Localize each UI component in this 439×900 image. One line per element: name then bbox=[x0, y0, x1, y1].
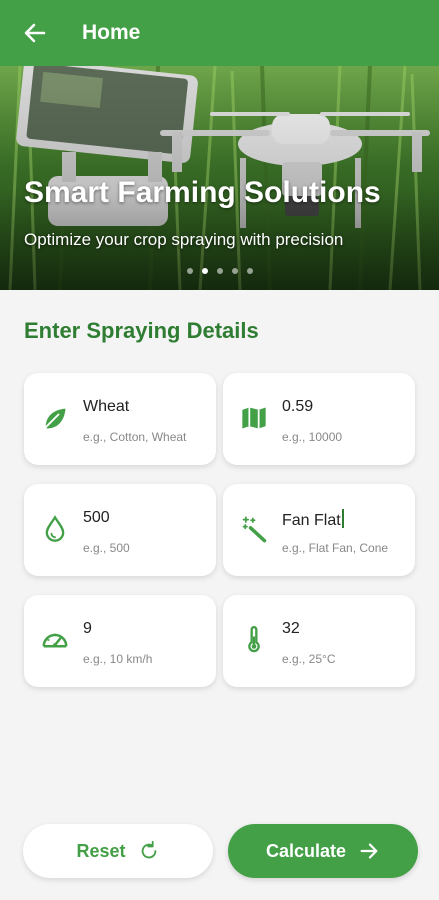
app-bar: Home bbox=[0, 0, 439, 66]
nozzle-type-field[interactable]: Fan Flat e.g., Flat Fan, Cone bbox=[223, 484, 415, 576]
nozzle-type-input[interactable]: Fan Flat bbox=[282, 509, 344, 530]
page-title: Home bbox=[82, 21, 141, 44]
crop-type-hint: e.g., Cotton, Wheat bbox=[83, 430, 187, 444]
back-button[interactable] bbox=[20, 18, 50, 48]
carousel-dot[interactable] bbox=[186, 268, 193, 274]
water-volume-hint: e.g., 500 bbox=[83, 541, 130, 555]
carousel-dot[interactable] bbox=[246, 268, 253, 274]
area-value[interactable]: 0.59 bbox=[282, 398, 313, 416]
speed-hint: e.g., 10 km/h bbox=[83, 652, 153, 666]
banner-subtitle: Optimize your crop spraying with precisi… bbox=[24, 230, 344, 249]
water-drop-icon bbox=[40, 514, 70, 544]
calculate-button[interactable]: Calculate bbox=[228, 824, 418, 878]
area-hint: e.g., 10000 bbox=[282, 430, 343, 444]
map-icon bbox=[239, 403, 269, 433]
nozzle-type-hint: e.g., Flat Fan, Cone bbox=[282, 541, 389, 555]
speed-field[interactable]: 9 e.g., 10 km/h bbox=[24, 595, 216, 687]
refresh-icon bbox=[141, 840, 156, 859]
speed-value[interactable]: 9 bbox=[83, 620, 92, 638]
carousel-indicator bbox=[0, 268, 439, 274]
text-cursor bbox=[341, 509, 344, 528]
reset-label: Reset bbox=[76, 840, 126, 861]
section-title: Enter Spraying Details bbox=[24, 318, 259, 343]
water-volume-value[interactable]: 500 bbox=[83, 509, 110, 527]
arrow-left-icon bbox=[24, 23, 46, 43]
nozzle-type-value: Fan Flat bbox=[282, 512, 341, 529]
crop-type-field[interactable]: Wheat e.g., Cotton, Wheat bbox=[24, 373, 216, 465]
water-volume-field[interactable]: 500 e.g., 500 bbox=[24, 484, 216, 576]
thermometer-icon bbox=[239, 625, 269, 655]
carousel-dot[interactable] bbox=[216, 268, 223, 274]
temperature-field[interactable]: 32 e.g., 25°C bbox=[223, 595, 415, 687]
temperature-value[interactable]: 32 bbox=[282, 620, 300, 638]
magic-wand-icon bbox=[239, 514, 269, 544]
speedometer-icon bbox=[40, 625, 70, 655]
crop-type-value[interactable]: Wheat bbox=[83, 398, 129, 416]
calculate-label: Calculate bbox=[265, 840, 347, 861]
reset-button[interactable]: Reset bbox=[23, 824, 213, 878]
leaf-icon bbox=[40, 403, 70, 433]
carousel-dot[interactable] bbox=[231, 268, 238, 274]
banner-carousel[interactable]: Smart Farming Solutions Optimize your cr… bbox=[0, 66, 439, 290]
banner-title: Smart Farming Solutions bbox=[24, 176, 381, 209]
temperature-hint: e.g., 25°C bbox=[282, 652, 336, 666]
area-field[interactable]: 0.59 e.g., 10000 bbox=[223, 373, 415, 465]
arrow-right-icon bbox=[360, 843, 378, 859]
carousel-dot-active[interactable] bbox=[201, 268, 208, 274]
